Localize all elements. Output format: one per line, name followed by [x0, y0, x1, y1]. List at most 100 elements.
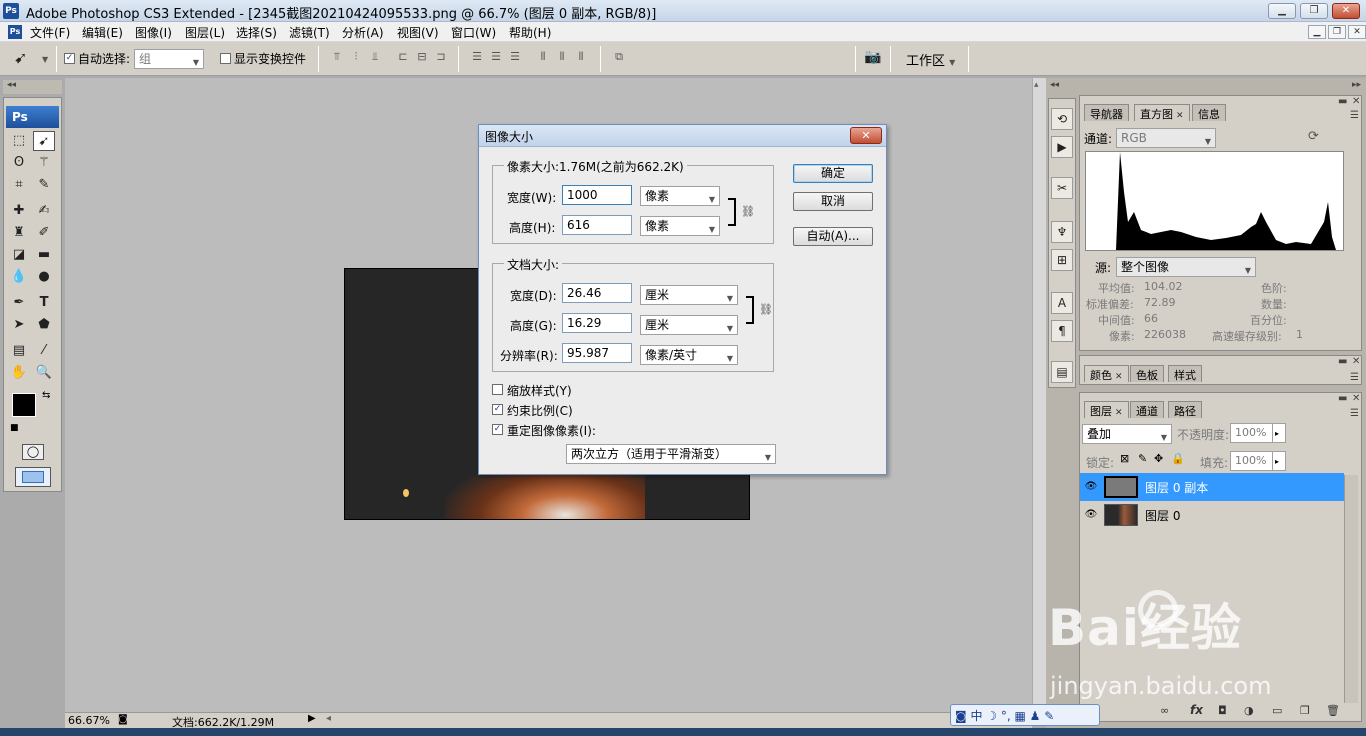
menu-select[interactable]: 选择(S) — [236, 24, 277, 41]
panel-minimize-icon[interactable]: ▬ — [1338, 96, 1347, 107]
doc-restore-button[interactable]: ❐ — [1328, 25, 1346, 39]
visibility-eye-icon[interactable]: 👁 — [1084, 481, 1098, 493]
marquee-tool-icon[interactable]: ⬚ — [8, 131, 30, 151]
distribute-left-icon[interactable]: ⦀ — [534, 50, 552, 66]
menu-help[interactable]: 帮助(H) — [509, 24, 551, 41]
shape-tool-icon[interactable]: ⬟ — [33, 315, 55, 335]
screen-mode-icon[interactable] — [15, 467, 51, 487]
dodge-tool-icon[interactable]: ● — [33, 267, 55, 287]
bridge-icon[interactable]: 📷 — [864, 49, 881, 65]
doc-minimize-button[interactable]: ▁ — [1308, 25, 1326, 39]
minimize-button[interactable]: ▁ — [1268, 3, 1296, 19]
panel-menu-icon[interactable]: ☰ — [1350, 372, 1359, 383]
history-icon[interactable]: ⟲ — [1051, 108, 1073, 130]
layer-comps-icon[interactable]: ▤ — [1051, 361, 1073, 383]
tab-swatches[interactable]: 色板 — [1130, 365, 1164, 382]
eyedropper-tool-icon[interactable]: ⁄ — [33, 341, 55, 361]
panel-close-icon[interactable]: ✕ — [1352, 393, 1360, 404]
height-input[interactable]: 616 — [562, 215, 632, 235]
layer-name[interactable]: 图层 0 — [1145, 507, 1180, 524]
visibility-eye-icon[interactable]: 👁 — [1084, 509, 1098, 521]
history-brush-tool-icon[interactable]: ✐ — [33, 223, 55, 243]
scroll-left-icon[interactable]: ◂ — [326, 713, 331, 724]
resolution-unit-dropdown[interactable]: 像素/英寸 ▼ — [640, 345, 738, 365]
distribute-bottom-icon[interactable]: ☰ — [506, 50, 524, 66]
layers-scrollbar[interactable] — [1344, 475, 1358, 703]
blend-mode-dropdown[interactable]: 叠加 ▼ — [1082, 424, 1172, 444]
clone-source-icon[interactable]: ⊞ — [1051, 249, 1073, 271]
zoom-level[interactable]: 66.67% — [68, 714, 110, 727]
cancel-button[interactable]: 取消 — [793, 192, 873, 211]
tool-presets-icon[interactable]: ✂ — [1051, 177, 1073, 199]
tab-navigator[interactable]: 导航器 — [1084, 104, 1129, 121]
align-hcenter-icon[interactable]: ⊟ — [413, 50, 431, 66]
eraser-tool-icon[interactable]: ◪ — [8, 245, 30, 265]
brush-tool-icon[interactable]: ✍ — [33, 201, 55, 221]
restore-button[interactable]: ❐ — [1300, 3, 1328, 19]
distribute-vcenter-icon[interactable]: ☰ — [487, 50, 505, 66]
close-tab-icon[interactable]: ✕ — [1115, 372, 1123, 382]
distribute-right-icon[interactable]: ⦀ — [572, 50, 590, 66]
vertical-scrollbar[interactable] — [1032, 78, 1046, 712]
lock-all-icon[interactable]: 🔒 — [1171, 452, 1185, 465]
layer-style-icon[interactable]: fx — [1190, 703, 1203, 717]
tab-layers[interactable]: 图层 ✕ — [1084, 401, 1129, 418]
menu-image[interactable]: 图像(I) — [135, 24, 172, 41]
magic-wand-tool-icon[interactable]: ⚚ — [33, 153, 55, 173]
zoom-tool-icon[interactable]: 🔍 — [33, 363, 55, 383]
ok-button[interactable]: 确定 — [793, 164, 873, 183]
distribute-top-icon[interactable]: ☰ — [468, 50, 486, 66]
doc-height-input[interactable]: 16.29 — [562, 313, 632, 333]
move-tool-icon[interactable]: ➹ — [14, 48, 27, 67]
panel-menu-icon[interactable]: ☰ — [1350, 408, 1359, 419]
opacity-field[interactable]: 100% — [1230, 423, 1278, 443]
ime-toolbar[interactable]: ◙ 中 ☽ °, ▦ ♟ ✎ — [950, 704, 1100, 726]
lock-image-icon[interactable]: ✎ — [1138, 452, 1147, 465]
toolbox-grip[interactable]: ◂◂ — [3, 80, 62, 94]
document-icon[interactable]: Ps — [8, 25, 22, 39]
auto-align-icon[interactable]: ⧉ — [610, 50, 628, 66]
tab-histogram[interactable]: 直方图 ✕ — [1134, 104, 1190, 121]
panel-minimize-icon[interactable]: ▬ — [1338, 356, 1347, 367]
crop-tool-icon[interactable]: ⌗ — [8, 175, 30, 195]
auto-button[interactable]: 自动(A)... — [793, 227, 873, 246]
clone-stamp-tool-icon[interactable]: ♜ — [8, 223, 30, 243]
panel-menu-icon[interactable]: ☰ — [1350, 110, 1359, 121]
menu-analysis[interactable]: 分析(A) — [342, 24, 384, 41]
menu-layer[interactable]: 图层(L) — [185, 24, 225, 41]
close-window-button[interactable]: ✕ — [1332, 3, 1360, 19]
tool-preset-dropdown-icon[interactable]: ▼ — [42, 55, 48, 64]
fill-slider-button[interactable]: ▸ — [1272, 451, 1286, 471]
close-tab-icon[interactable]: ✕ — [1176, 111, 1184, 121]
doc-height-unit-dropdown[interactable]: 厘米 ▼ — [640, 315, 738, 335]
panel-close-icon[interactable]: ✕ — [1352, 96, 1360, 107]
fill-field[interactable]: 100% — [1230, 451, 1278, 471]
hand-tool-icon[interactable]: ✋ — [8, 363, 30, 383]
tab-color[interactable]: 颜色 ✕ — [1084, 365, 1129, 382]
lasso-tool-icon[interactable]: ʘ — [8, 153, 30, 173]
doc-width-unit-dropdown[interactable]: 厘米 ▼ — [640, 285, 738, 305]
scroll-up-icon[interactable]: ▴ — [1034, 80, 1039, 90]
actions-icon[interactable]: ▶ — [1051, 136, 1073, 158]
resample-method-dropdown[interactable]: 两次立方（适用于平滑渐变） ▼ — [566, 444, 776, 464]
character-icon[interactable]: A — [1051, 292, 1073, 314]
doc-close-button[interactable]: ✕ — [1348, 25, 1366, 39]
align-vcenter-icon[interactable]: ⫶ — [347, 50, 365, 66]
dock-expand-icon[interactable]: ▸▸ — [1352, 80, 1361, 90]
close-tab-icon[interactable]: ✕ — [1115, 408, 1123, 418]
menu-window[interactable]: 窗口(W) — [451, 24, 496, 41]
lock-transparent-icon[interactable]: ⊠ — [1120, 452, 1129, 465]
workspace-menu[interactable]: 工作区 ▼ — [906, 50, 955, 69]
width-unit-dropdown[interactable]: 像素 ▼ — [640, 186, 720, 206]
link-layers-icon[interactable]: ∞ — [1160, 704, 1169, 717]
panel-close-icon[interactable]: ✕ — [1352, 356, 1360, 367]
width-input[interactable]: 1000 — [562, 185, 632, 205]
brushes-icon[interactable]: ♆ — [1051, 221, 1073, 243]
dialog-close-button[interactable]: ✕ — [850, 127, 882, 144]
tab-styles[interactable]: 样式 — [1168, 365, 1202, 382]
type-tool-icon[interactable]: T — [33, 293, 55, 313]
menu-view[interactable]: 视图(V) — [397, 24, 439, 41]
foreground-color-swatch[interactable] — [12, 393, 36, 417]
swap-colors-icon[interactable]: ⇆ — [42, 390, 50, 401]
align-bottom-icon[interactable]: ⫫ — [366, 50, 384, 66]
